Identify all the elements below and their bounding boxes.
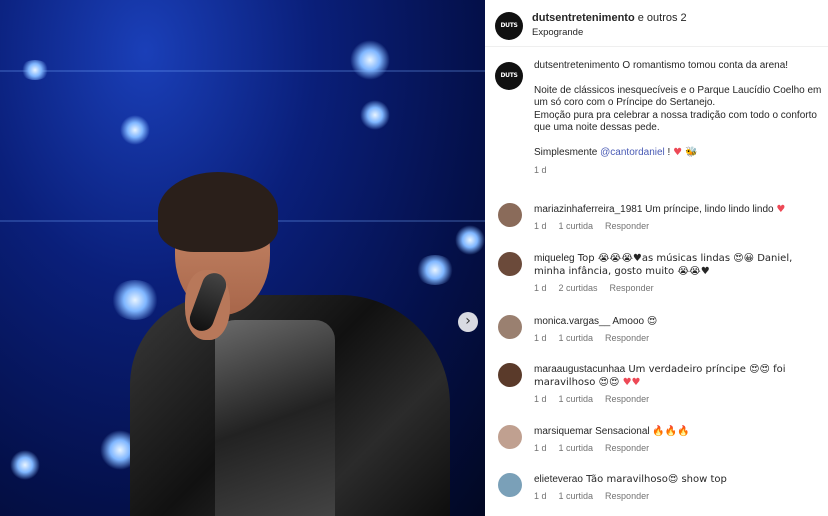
comment-time[interactable]: 1 d [534,221,547,231]
comment-meta: 1 d 1 curtida Responder [534,333,825,343]
comment-content: Sensacional [592,426,653,437]
stage-light [20,60,50,80]
account-username[interactable]: dutsentretenimento [532,12,635,24]
caption-line-1: O romantismo tomou conta da arena! [622,60,789,71]
comment-likes[interactable]: 1 curtida [559,221,594,231]
comment-item: mariazinhaferreira_1981 Um príncipe, lin… [495,203,825,231]
comment-meta: 1 d 1 curtida Responder [534,394,825,404]
comment-time[interactable]: 1 d [534,333,547,343]
commenter-avatar[interactable] [498,203,522,227]
comment-emoji: 😍 [646,316,658,327]
post-caption: DUTS dutsentretenimento O romantismo tom… [495,60,825,175]
comment-time[interactable]: 1 d [534,443,547,453]
comment-meta: 1 d 1 curtida Responder [534,491,825,501]
comment-username[interactable]: marsiquemar [534,426,592,437]
comment-username[interactable]: miqueleg [534,253,575,264]
commenter-avatar[interactable] [498,473,522,497]
comment-text: monica.vargas__ Amooo 😍 [534,315,825,328]
comment-item: maraaugustacunhaa Um verdadeiro príncipe… [495,363,825,404]
caption-timestamp[interactable]: 1 d [534,165,825,175]
comment-meta: 1 d 1 curtida Responder [534,443,825,453]
commenter-avatar[interactable] [498,425,522,449]
comment-content: Amooo [610,316,647,327]
reply-button[interactable]: Responder [605,443,649,453]
caption-line-4-suffix: ! [664,146,674,158]
post-photo[interactable]: › [0,0,485,516]
caption-avatar[interactable]: DUTS [495,62,523,90]
comment-text: miqueleg Top 😭😭😭♥as músicas lindas 😍😀 Da… [534,252,825,278]
caption-line-3: Emoção pura pra celebrar a nossa tradiçã… [534,109,817,134]
commenter-avatar[interactable] [498,315,522,339]
stage-light [455,225,485,255]
comment-meta: 1 d 2 curtidas Responder [534,283,825,293]
comment-content: Tão maravilhoso😍 show top [582,474,727,485]
reply-button[interactable]: Responder [605,333,649,343]
reply-button[interactable]: Responder [605,491,649,501]
comment-likes[interactable]: 1 curtida [559,333,594,343]
comment-likes[interactable]: 1 curtida [559,491,594,501]
post-side-panel: DUTS dutsentretenimento e outros 2 Expog… [485,0,828,516]
comment-username[interactable]: elieteverao [534,474,583,485]
post-header: DUTS dutsentretenimento e outros 2 Expog… [485,0,828,47]
post-header-title: dutsentretenimento e outros 2 [532,12,687,24]
comment-time[interactable]: 1 d [534,283,547,293]
comment-likes[interactable]: 1 curtida [559,394,594,404]
comment-username[interactable]: maraaugustacunhaa [534,364,625,375]
singer-hair [158,172,278,252]
reply-button[interactable]: Responder [605,394,649,404]
comment-emoji: 🔥🔥🔥 [652,426,690,437]
comment-emoji: ♥♥ [622,377,641,388]
comment-item: miqueleg Top 😭😭😭♥as músicas lindas 😍😀 Da… [495,252,825,293]
comment-text: marsiquemar Sensacional 🔥🔥🔥 [534,425,825,438]
stage-light [110,280,160,320]
caption-line-4-prefix: Simplesmente [534,146,601,158]
comment-emoji: ♥ [776,204,786,215]
comment-username[interactable]: monica.vargas__ [534,316,610,327]
comment-likes[interactable]: 1 curtida [559,443,594,453]
caption-line-2: Noite de clássicos inesquecíveis e o Par… [534,84,822,109]
location-link[interactable]: Expogrande [532,27,583,38]
stage-light [415,255,455,285]
commenter-avatar[interactable] [498,252,522,276]
comment-text: maraaugustacunhaa Um verdadeiro príncipe… [534,363,825,389]
comment-item: monica.vargas__ Amooo 😍 1 d 1 curtida Resp… [495,315,825,343]
comment-time[interactable]: 1 d [534,491,547,501]
account-avatar[interactable]: DUTS [495,12,523,40]
stage-light [10,450,40,480]
singer-shirt [215,320,335,516]
comment-username[interactable]: mariazinhaferreira_1981 [534,204,642,215]
carousel-next-button[interactable]: › [458,312,478,332]
stage-light [120,115,150,145]
stage-rig [0,70,485,72]
comment-item: marsiquemar Sensacional 🔥🔥🔥 1 d 1 curtida… [495,425,825,453]
comment-likes[interactable]: 2 curtidas [559,283,598,293]
collab-suffix[interactable]: e outros 2 [635,12,687,24]
comment-meta: 1 d 1 curtida Responder [534,221,825,231]
caption-username[interactable]: dutsentretenimento [534,60,620,71]
comment-item: elieteverao Tão maravilhoso😍 show top 1 … [495,473,825,501]
caption-emoji: ♥ 🐝 [673,146,698,158]
comment-content: Um príncipe, lindo lindo lindo [642,204,777,215]
stage-light [360,100,390,130]
mention-link[interactable]: @cantordaniel [600,147,665,158]
comment-text: elieteverao Tão maravilhoso😍 show top [534,473,825,486]
commenter-avatar[interactable] [498,363,522,387]
caption-text: dutsentretenimento O romantismo tomou co… [534,60,825,159]
reply-button[interactable]: Responder [605,221,649,231]
comment-time[interactable]: 1 d [534,394,547,404]
comment-text: mariazinhaferreira_1981 Um príncipe, lin… [534,203,825,216]
reply-button[interactable]: Responder [610,283,654,293]
stage-light [350,40,390,80]
